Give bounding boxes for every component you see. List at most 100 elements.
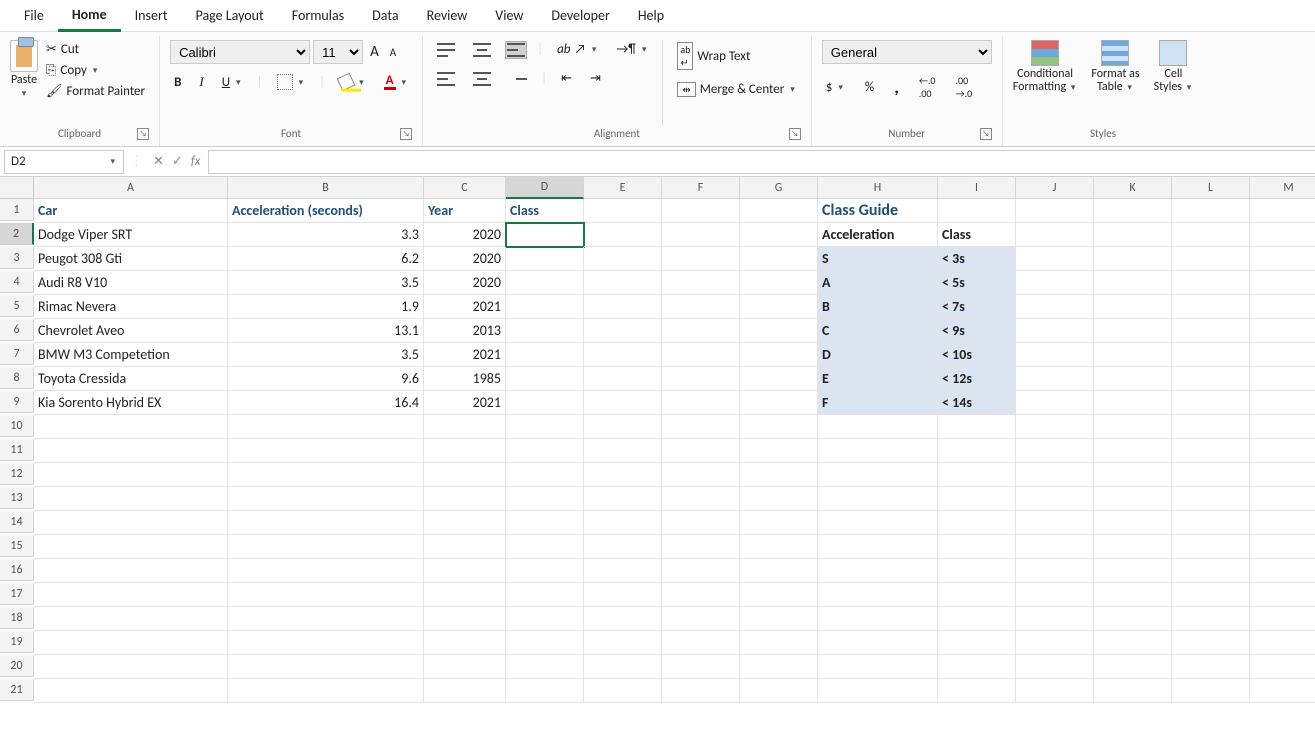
row-header-2[interactable]: 2 <box>0 223 34 245</box>
cell-C20[interactable] <box>424 655 506 679</box>
cell-M5[interactable] <box>1250 295 1315 319</box>
cell-G19[interactable] <box>740 631 818 655</box>
cell-G3[interactable] <box>740 247 818 271</box>
cell-A11[interactable] <box>34 439 228 463</box>
cell-M21[interactable] <box>1250 679 1315 703</box>
menu-item-insert[interactable]: Insert <box>121 1 182 30</box>
col-header-F[interactable]: F <box>662 177 740 199</box>
cell-M15[interactable] <box>1250 535 1315 559</box>
cell-I7[interactable]: < 10s <box>938 343 1016 367</box>
paste-button[interactable]: Paste▾ <box>10 40 38 100</box>
row-header-16[interactable]: 16 <box>0 559 34 581</box>
cell-J3[interactable] <box>1016 247 1094 271</box>
cell-J6[interactable] <box>1016 319 1094 343</box>
merge-center-button[interactable]: ⇹Merge & Center▾ <box>673 80 800 99</box>
cell-J9[interactable] <box>1016 391 1094 415</box>
cell-D9[interactable] <box>506 391 584 415</box>
cell-H13[interactable] <box>818 487 938 511</box>
cell-L5[interactable] <box>1172 295 1250 319</box>
cell-A17[interactable] <box>34 583 228 607</box>
cell-H8[interactable]: E <box>818 367 938 391</box>
cell-K13[interactable] <box>1094 487 1172 511</box>
decrease-decimal-button[interactable]: .00→.0 <box>952 72 977 102</box>
cell-E21[interactable] <box>584 679 662 703</box>
cell-H4[interactable]: A <box>818 271 938 295</box>
cell-E2[interactable] <box>584 223 662 247</box>
cell-I16[interactable] <box>938 559 1016 583</box>
cell-K19[interactable] <box>1094 631 1172 655</box>
cell-K11[interactable] <box>1094 439 1172 463</box>
row-header-5[interactable]: 5 <box>0 295 34 317</box>
cell-G16[interactable] <box>740 559 818 583</box>
cell-G8[interactable] <box>740 367 818 391</box>
cell-E12[interactable] <box>584 463 662 487</box>
cell-K3[interactable] <box>1094 247 1172 271</box>
cell-I6[interactable]: < 9s <box>938 319 1016 343</box>
cell-H9[interactable]: F <box>818 391 938 415</box>
cell-M18[interactable] <box>1250 607 1315 631</box>
fill-color-button[interactable]: ▾ <box>335 73 370 91</box>
cell-J19[interactable] <box>1016 631 1094 655</box>
cell-B13[interactable] <box>228 487 424 511</box>
decrease-indent-button[interactable]: ⇤ <box>557 69 576 88</box>
underline-button[interactable]: U▾ <box>218 73 247 92</box>
cell-C12[interactable] <box>424 463 506 487</box>
dialog-launcher-icon[interactable]: ↘ <box>980 128 992 140</box>
cell-A6[interactable]: Chevrolet Aveo <box>34 319 228 343</box>
menu-item-formulas[interactable]: Formulas <box>278 1 358 30</box>
cell-E3[interactable] <box>584 247 662 271</box>
cell-M14[interactable] <box>1250 511 1315 535</box>
align-middle-button[interactable] <box>469 41 495 59</box>
cell-M13[interactable] <box>1250 487 1315 511</box>
cell-M16[interactable] <box>1250 559 1315 583</box>
cell-K12[interactable] <box>1094 463 1172 487</box>
cell-K17[interactable] <box>1094 583 1172 607</box>
cell-L19[interactable] <box>1172 631 1250 655</box>
cell-I8[interactable]: < 12s <box>938 367 1016 391</box>
menu-item-home[interactable]: Home <box>58 0 121 32</box>
cell-K8[interactable] <box>1094 367 1172 391</box>
col-header-K[interactable]: K <box>1094 177 1172 199</box>
font-color-button[interactable]: A▾ <box>380 72 412 92</box>
conditional-formatting-button[interactable]: Conditional Formatting ▾ <box>1013 40 1078 94</box>
col-header-G[interactable]: G <box>740 177 818 199</box>
cell-C19[interactable] <box>424 631 506 655</box>
row-header-21[interactable]: 21 <box>0 679 34 701</box>
cell-J21[interactable] <box>1016 679 1094 703</box>
cell-E17[interactable] <box>584 583 662 607</box>
cell-D3[interactable] <box>506 247 584 271</box>
wrap-text-button[interactable]: ab↵Wrap Text <box>673 40 800 72</box>
cell-M6[interactable] <box>1250 319 1315 343</box>
cell-M10[interactable] <box>1250 415 1315 439</box>
cell-E16[interactable] <box>584 559 662 583</box>
cell-F5[interactable] <box>662 295 740 319</box>
cell-K21[interactable] <box>1094 679 1172 703</box>
cell-B1[interactable]: Acceleration (seconds) <box>228 199 424 223</box>
cell-E7[interactable] <box>584 343 662 367</box>
currency-button[interactable]: $▾ <box>822 78 849 97</box>
cell-E13[interactable] <box>584 487 662 511</box>
col-header-H[interactable]: H <box>818 177 938 199</box>
dialog-launcher-icon[interactable]: ↘ <box>789 128 801 140</box>
cell-J2[interactable] <box>1016 223 1094 247</box>
cell-E8[interactable] <box>584 367 662 391</box>
cell-C16[interactable] <box>424 559 506 583</box>
cell-I2[interactable]: Class <box>938 223 1016 247</box>
cell-C9[interactable]: 2021 <box>424 391 506 415</box>
cell-I12[interactable] <box>938 463 1016 487</box>
align-center-button[interactable] <box>469 70 495 88</box>
cell-G21[interactable] <box>740 679 818 703</box>
row-header-11[interactable]: 11 <box>0 439 34 461</box>
cell-A2[interactable]: Dodge Viper SRT <box>34 223 228 247</box>
cell-D19[interactable] <box>506 631 584 655</box>
cell-B6[interactable]: 13.1 <box>228 319 424 343</box>
cell-G11[interactable] <box>740 439 818 463</box>
cell-E14[interactable] <box>584 511 662 535</box>
increase-font-button[interactable]: A <box>366 41 383 63</box>
cell-J18[interactable] <box>1016 607 1094 631</box>
cell-I18[interactable] <box>938 607 1016 631</box>
col-header-A[interactable]: A <box>34 177 228 199</box>
menu-item-review[interactable]: Review <box>413 1 482 30</box>
cell-J12[interactable] <box>1016 463 1094 487</box>
cell-K5[interactable] <box>1094 295 1172 319</box>
